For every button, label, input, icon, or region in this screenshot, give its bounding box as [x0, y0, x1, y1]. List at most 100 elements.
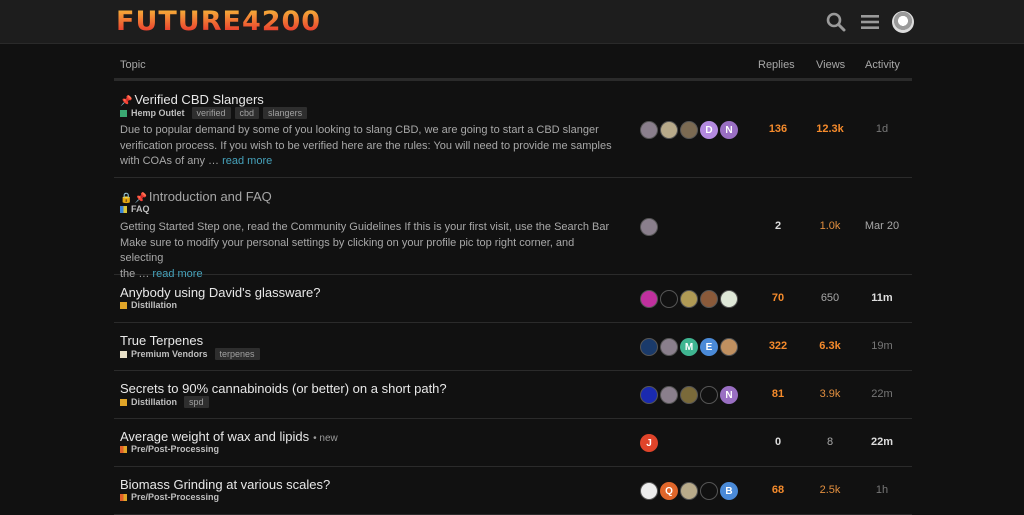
- category-badge[interactable]: Distillation: [120, 397, 177, 407]
- topic-title-text[interactable]: Average weight of wax and lipids: [120, 429, 309, 444]
- activity-time[interactable]: 1d: [852, 123, 912, 135]
- topic-row[interactable]: True Terpenes Premium Vendors terpenes M E 32…: [114, 323, 912, 371]
- poster-avatar[interactable]: [680, 386, 698, 404]
- topic-title[interactable]: Average weight of wax and lipids • new: [120, 429, 338, 444]
- activity-time[interactable]: 22m: [852, 436, 912, 448]
- excerpt-line: Getting Started Step one, read the Commu…: [120, 221, 610, 233]
- lock-icon: 🔒: [120, 193, 133, 204]
- poster-avatar[interactable]: M: [680, 338, 698, 356]
- poster-avatar[interactable]: [700, 482, 718, 500]
- activity-time[interactable]: 22m: [852, 388, 912, 400]
- topic-title[interactable]: 🔒 📌 Introduction and FAQ: [120, 189, 272, 204]
- poster-avatar[interactable]: B: [720, 482, 738, 500]
- topic-row[interactable]: 📌 Verified CBD Slangers Hemp Outlet verifie…: [114, 81, 912, 178]
- category-name[interactable]: Distillation: [131, 397, 177, 407]
- topic-tag[interactable]: cbd: [234, 107, 260, 119]
- topic-list: Topic Replies Views Activity 📌 Verified C…: [114, 44, 912, 515]
- reply-count: 2: [774, 220, 782, 232]
- column-topic[interactable]: Topic: [120, 59, 146, 71]
- category-badge[interactable]: Pre/Post-Processing: [120, 492, 219, 502]
- reply-count: 322: [768, 340, 788, 352]
- topic-tag[interactable]: spd: [184, 396, 209, 408]
- poster-avatar[interactable]: [700, 290, 718, 308]
- poster-avatar[interactable]: [680, 121, 698, 139]
- topic-row[interactable]: Secrets to 90% cannabinoids (or better) …: [114, 371, 912, 419]
- category-badge[interactable]: Pre/Post-Processing: [120, 444, 219, 454]
- poster-avatar[interactable]: [680, 482, 698, 500]
- poster-avatar[interactable]: [720, 338, 738, 356]
- poster-avatar[interactable]: N: [720, 386, 738, 404]
- topic-tag[interactable]: verified: [191, 107, 231, 119]
- poster-avatar[interactable]: [640, 218, 658, 236]
- poster-avatar[interactable]: [680, 290, 698, 308]
- topic-title-text[interactable]: True Terpenes: [120, 333, 203, 348]
- category-badge[interactable]: FAQ: [120, 204, 150, 214]
- poster-avatar[interactable]: J: [640, 434, 658, 452]
- category-name[interactable]: Hemp Outlet: [131, 108, 185, 118]
- poster-avatar[interactable]: [640, 386, 658, 404]
- site-header: FUTURE4200: [0, 0, 1024, 44]
- poster-avatar[interactable]: Q: [660, 482, 678, 500]
- poster-avatar[interactable]: N: [720, 121, 738, 139]
- activity-time[interactable]: Mar 20: [852, 220, 912, 232]
- new-badge: • new: [313, 433, 338, 444]
- activity-time[interactable]: 19m: [852, 340, 912, 352]
- category-name[interactable]: Distillation: [131, 300, 177, 310]
- column-replies[interactable]: Replies: [758, 59, 795, 71]
- topic-title[interactable]: Anybody using David's glassware?: [120, 285, 320, 300]
- poster-avatar[interactable]: [640, 290, 658, 308]
- topic-row[interactable]: Average weight of wax and lipids • new Pre…: [114, 419, 912, 467]
- topic-title[interactable]: Secrets to 90% cannabinoids (or better) …: [120, 381, 447, 396]
- category-name[interactable]: FAQ: [131, 204, 150, 214]
- poster-avatar[interactable]: [640, 338, 658, 356]
- excerpt-line: Due to popular demand by some of you loo…: [120, 124, 599, 136]
- category-name[interactable]: Pre/Post-Processing: [131, 444, 219, 454]
- view-count: 2.5k: [819, 484, 841, 496]
- poster-avatar[interactable]: [700, 386, 718, 404]
- topic-title[interactable]: 📌 Verified CBD Slangers: [120, 92, 264, 107]
- topic-tag[interactable]: terpenes: [214, 348, 260, 360]
- activity-time[interactable]: 1h: [852, 484, 912, 496]
- topic-tag[interactable]: slangers: [263, 107, 308, 119]
- topic-title[interactable]: Biomass Grinding at various scales?: [120, 477, 330, 492]
- category-badge[interactable]: Premium Vendors: [120, 349, 208, 359]
- poster-avatars: J: [640, 434, 658, 452]
- topic-title-text[interactable]: Anybody using David's glassware?: [120, 285, 320, 300]
- topic-rows: 📌 Verified CBD Slangers Hemp Outlet verifie…: [114, 81, 912, 515]
- site-logo[interactable]: FUTURE4200: [116, 6, 321, 37]
- category-badge[interactable]: Hemp Outlet: [120, 108, 185, 118]
- user-avatar[interactable]: [892, 11, 914, 33]
- topic-title-text[interactable]: Introduction and FAQ: [149, 189, 272, 204]
- pin-icon: 📌: [120, 96, 133, 107]
- read-more-link[interactable]: read more: [222, 155, 272, 167]
- poster-avatar[interactable]: E: [700, 338, 718, 356]
- category-badge[interactable]: Distillation: [120, 300, 177, 310]
- topic-title-text[interactable]: Secrets to 90% cannabinoids (or better) …: [120, 381, 447, 396]
- category-color-swatch: [120, 109, 127, 117]
- topic-title-text[interactable]: Biomass Grinding at various scales?: [120, 477, 330, 492]
- poster-avatar[interactable]: [660, 386, 678, 404]
- category-name[interactable]: Pre/Post-Processing: [131, 492, 219, 502]
- topic-title[interactable]: True Terpenes: [120, 333, 203, 348]
- poster-avatar[interactable]: [660, 121, 678, 139]
- poster-avatar[interactable]: [640, 482, 658, 500]
- topic-row[interactable]: Anybody using David's glassware? Distilla…: [114, 275, 912, 323]
- poster-avatar[interactable]: [660, 338, 678, 356]
- menu-icon[interactable]: [858, 10, 882, 34]
- column-views[interactable]: Views: [816, 59, 845, 71]
- poster-avatar[interactable]: [660, 290, 678, 308]
- activity-time[interactable]: 11m: [852, 292, 912, 304]
- poster-avatar[interactable]: D: [700, 121, 718, 139]
- topic-excerpt: Due to popular demand by some of you loo…: [120, 123, 620, 170]
- topic-title-text[interactable]: Verified CBD Slangers: [134, 92, 263, 107]
- category-name[interactable]: Premium Vendors: [131, 349, 208, 359]
- column-activity[interactable]: Activity: [865, 59, 900, 71]
- poster-avatar[interactable]: [640, 121, 658, 139]
- topic-row[interactable]: 🔒 📌 Introduction and FAQ FAQ Getting Started…: [114, 178, 912, 280]
- reply-count: 70: [771, 292, 785, 304]
- search-icon[interactable]: [824, 10, 848, 34]
- poster-avatar[interactable]: [720, 290, 738, 308]
- reply-count: 0: [774, 436, 782, 448]
- poster-avatars: [640, 218, 658, 236]
- topic-row[interactable]: Biomass Grinding at various scales? Pre/P…: [114, 467, 912, 515]
